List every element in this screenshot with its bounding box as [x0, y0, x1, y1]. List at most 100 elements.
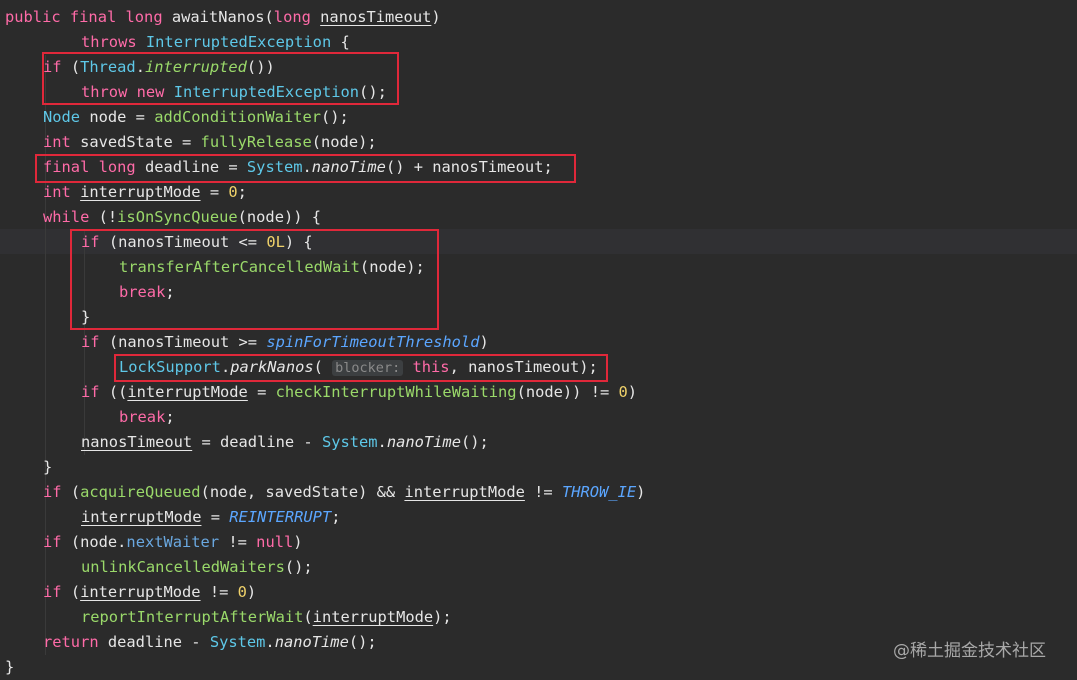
token: ( [61, 583, 81, 601]
token: isOnSyncQueue [117, 208, 238, 226]
token: if [81, 333, 100, 351]
code-line-1[interactable]: public final long awaitNanos(long nanosT… [0, 5, 1077, 30]
token: System [209, 633, 266, 651]
code-line-16[interactable]: if ((interruptMode = checkInterruptWhile… [0, 380, 1077, 405]
code-line-23[interactable]: unlinkCancelledWaiters(); [0, 555, 1077, 580]
token: (node, savedState) && [200, 483, 405, 501]
token: acquireQueued [80, 483, 201, 501]
token: while [43, 208, 90, 226]
token: ( [303, 608, 313, 626]
code-line-21[interactable]: interruptMode = REINTERRUPT; [0, 505, 1077, 530]
token: (( [99, 383, 128, 401]
token: } [43, 458, 53, 476]
token: int [43, 133, 71, 151]
code-line-17[interactable]: break; [0, 405, 1077, 430]
token: interruptMode [80, 583, 201, 601]
token: fullyRelease [200, 133, 312, 151]
token: (node)) { [237, 208, 322, 226]
token: (); [348, 633, 377, 651]
token: (nanosTimeout >= [99, 333, 267, 351]
code-line-19[interactable]: } [0, 455, 1077, 480]
token: 0 [237, 583, 247, 601]
token: ); [433, 608, 452, 626]
token: { [331, 33, 350, 51]
highlight-box-parknanos [114, 354, 608, 382]
token: ; [331, 508, 341, 526]
token: interruptMode [81, 508, 202, 526]
token: interruptMode [404, 483, 525, 501]
code-line-20[interactable]: if (acquireQueued(node, savedState) && i… [0, 480, 1077, 505]
token: interruptMode [127, 383, 248, 401]
highlight-box-timeout-check [70, 229, 439, 330]
code-line-14[interactable]: if (nanosTimeout >= spinForTimeoutThresh… [0, 330, 1077, 355]
token: Node [43, 108, 81, 126]
token: nanosTimeout [81, 433, 193, 451]
token: ) [246, 583, 257, 601]
token: nanoTime [274, 633, 349, 651]
token: nextWaiter [126, 533, 220, 551]
token: break [119, 408, 166, 426]
token: ) [293, 533, 303, 551]
code-line-25[interactable]: reportInterruptAfterWait(interruptMode); [0, 605, 1077, 630]
token: ) [479, 333, 489, 351]
token: int [43, 183, 71, 201]
token: = [201, 508, 230, 526]
token: awaitNanos( [162, 8, 274, 26]
watermark: @稀土掘金技术社区 [893, 641, 1046, 661]
token: = [247, 383, 276, 401]
highlight-box-deadline [35, 154, 576, 183]
token: THROW_IE [561, 483, 637, 501]
code-editor[interactable]: public final long awaitNanos(long nanosT… [0, 0, 1077, 680]
token: public [5, 8, 61, 26]
token: interruptMode [80, 183, 201, 201]
token: (); [460, 433, 489, 451]
code-line-5[interactable]: Node node = addConditionWaiter(); [0, 105, 1077, 130]
token: REINTERRUPT [229, 508, 332, 526]
token: long [273, 8, 311, 26]
code-line-6[interactable]: int savedState = fullyRelease(node); [0, 130, 1077, 155]
token: if [43, 483, 62, 501]
token: reportInterruptAfterWait [81, 608, 304, 626]
token: (! [89, 208, 118, 226]
token: ( [61, 483, 81, 501]
token: != [200, 583, 238, 601]
code-line-24[interactable]: if (interruptMode != 0) [0, 580, 1077, 605]
token: } [5, 658, 15, 676]
token: != [219, 533, 257, 551]
token: (node)) != [516, 383, 619, 401]
token: != [524, 483, 562, 501]
token: if [43, 583, 62, 601]
token: 0 [228, 183, 238, 201]
token: null [256, 533, 294, 551]
token: ; [165, 408, 175, 426]
token: InterruptedException [145, 33, 332, 51]
token: nanosTimeout [320, 8, 432, 26]
token: long [125, 8, 163, 26]
token: deadline - [98, 633, 210, 651]
token: interruptMode [312, 608, 434, 626]
token: ) [431, 8, 441, 26]
token: nanoTime [386, 433, 461, 451]
code-line-9[interactable]: while (!isOnSyncQueue(node)) { [0, 205, 1077, 230]
token: savedState = [70, 133, 201, 151]
highlight-box-interrupted-check [42, 52, 399, 105]
token: 0 [618, 383, 628, 401]
token: (node); [311, 133, 377, 151]
token: final [69, 8, 117, 26]
token: . [265, 633, 275, 651]
token: unlinkCancelledWaiters [81, 558, 285, 576]
token: checkInterruptWhileWaiting [275, 383, 517, 401]
token: throws [81, 33, 137, 51]
token: if [43, 533, 62, 551]
code-line-8[interactable]: int interruptMode = 0; [0, 180, 1077, 205]
token: (); [321, 108, 349, 126]
code-line-18[interactable]: nanosTimeout = deadline - System.nanoTim… [0, 430, 1077, 455]
code-line-22[interactable]: if (node.nextWaiter != null) [0, 530, 1077, 555]
token: spinForTimeoutThreshold [266, 333, 480, 351]
token: node = [80, 108, 155, 126]
